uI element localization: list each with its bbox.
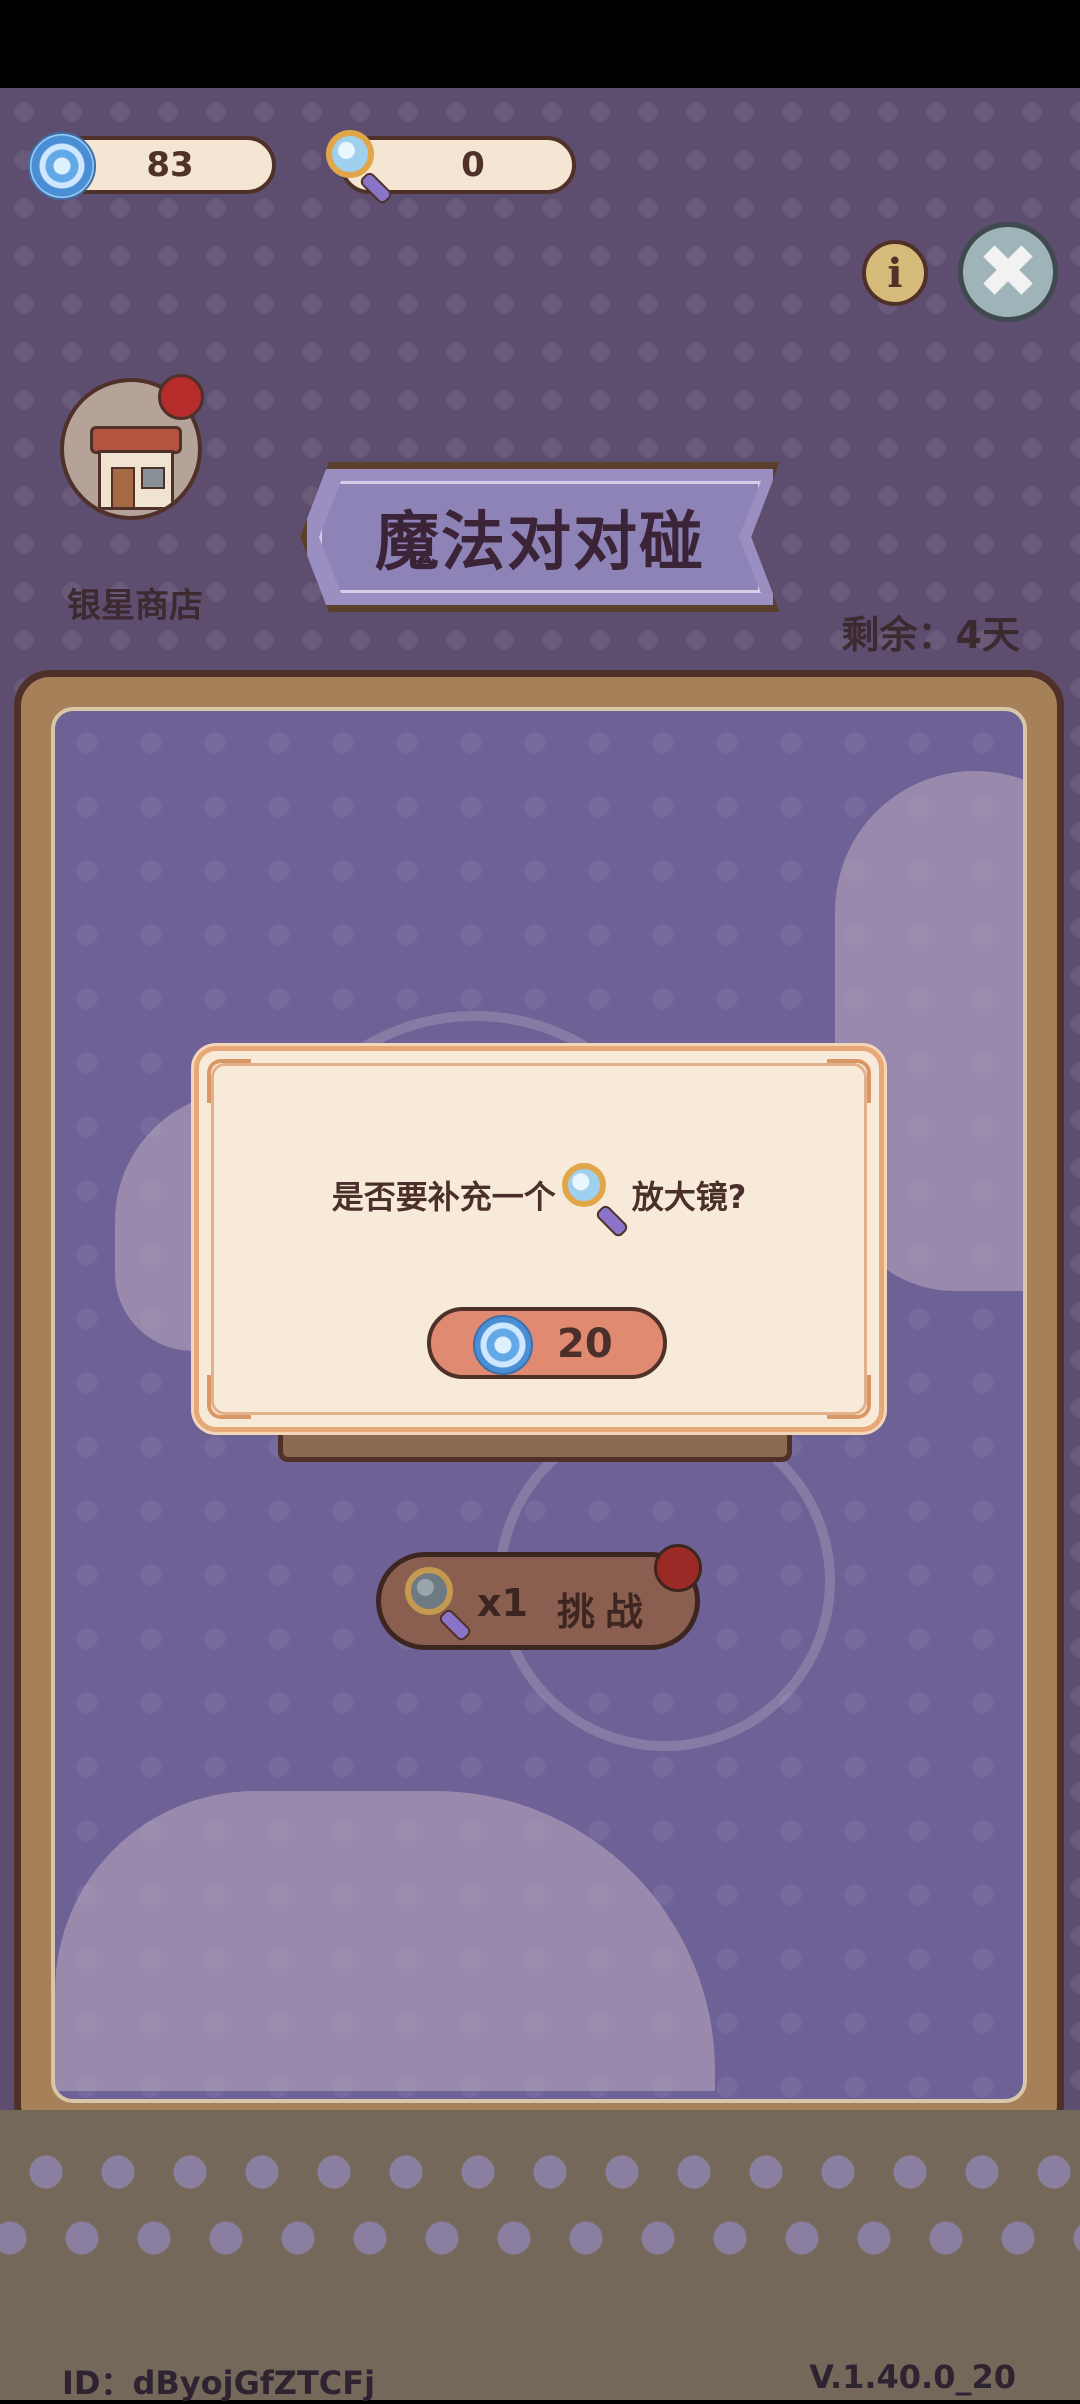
close-button[interactable]: ✖ xyxy=(958,222,1058,322)
swirl-gem-icon xyxy=(473,1315,533,1375)
shop-door xyxy=(111,467,135,509)
page-title: 魔法对对碰 xyxy=(375,506,705,580)
magnifier-icon xyxy=(405,1567,475,1643)
remaining-days: 剩余：4天 xyxy=(841,613,1020,657)
dialog-message: 是否要补充一个 放大镜? xyxy=(199,1163,879,1239)
magnifier-count: 0 xyxy=(461,145,485,185)
title-banner: 魔法对对碰 xyxy=(300,462,780,612)
dialog-base xyxy=(278,1428,792,1462)
dialog-message-end: 放大镜? xyxy=(631,1178,747,1216)
challenge-notification-badge xyxy=(654,1544,702,1592)
challenge-label: 挑战 xyxy=(557,1590,654,1634)
shop-notification-badge xyxy=(158,374,204,420)
gem-count: 83 xyxy=(146,145,194,185)
magnifier-icon xyxy=(561,1163,630,1239)
challenge-button[interactable]: x1 挑战 xyxy=(376,1552,700,1650)
buy-magnifier-button[interactable]: 20 xyxy=(427,1307,667,1379)
shop-window xyxy=(141,467,165,489)
info-icon: i xyxy=(887,249,903,297)
challenge-cost: x1 xyxy=(477,1581,528,1625)
close-icon: ✖ xyxy=(976,229,1039,315)
buy-price: 20 xyxy=(557,1321,613,1367)
info-button[interactable]: i xyxy=(862,240,928,306)
version-label: V.1.40.0_20 xyxy=(809,2358,1016,2396)
status-bar xyxy=(0,0,1080,88)
shop-label[interactable]: 银星商店 xyxy=(40,578,230,627)
refill-dialog: 是否要补充一个 放大镜? 20 xyxy=(194,1046,884,1432)
bottom-strip xyxy=(0,2110,1080,2400)
player-id: ID：dByojGfZTCFj xyxy=(62,2364,376,2402)
magnifier-icon xyxy=(326,130,396,206)
swirl-gem-icon xyxy=(28,132,96,200)
shop-building xyxy=(98,450,174,510)
dialog-message-start: 是否要补充一个 xyxy=(331,1178,556,1216)
